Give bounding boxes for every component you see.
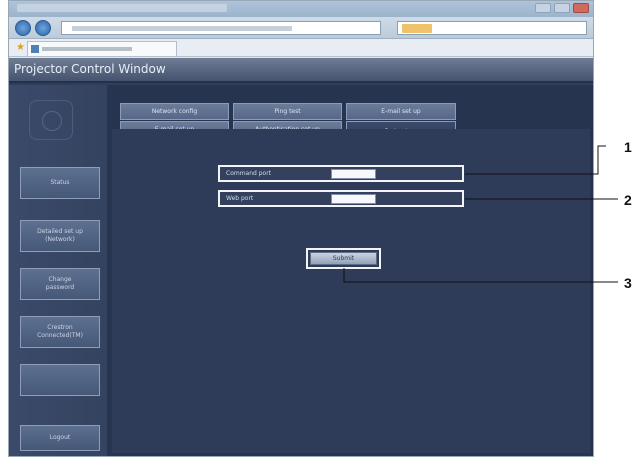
callout-line-1 (465, 145, 606, 175)
callout-lines (343, 145, 618, 283)
screenshot-figure: ★ Projector Control Window Status Detail… (0, 0, 639, 457)
callout-line-3 (343, 268, 618, 283)
callout-number-2: 2 (624, 192, 632, 208)
callout-number-1: 1 (624, 139, 632, 155)
callout-number-3: 3 (624, 275, 632, 291)
